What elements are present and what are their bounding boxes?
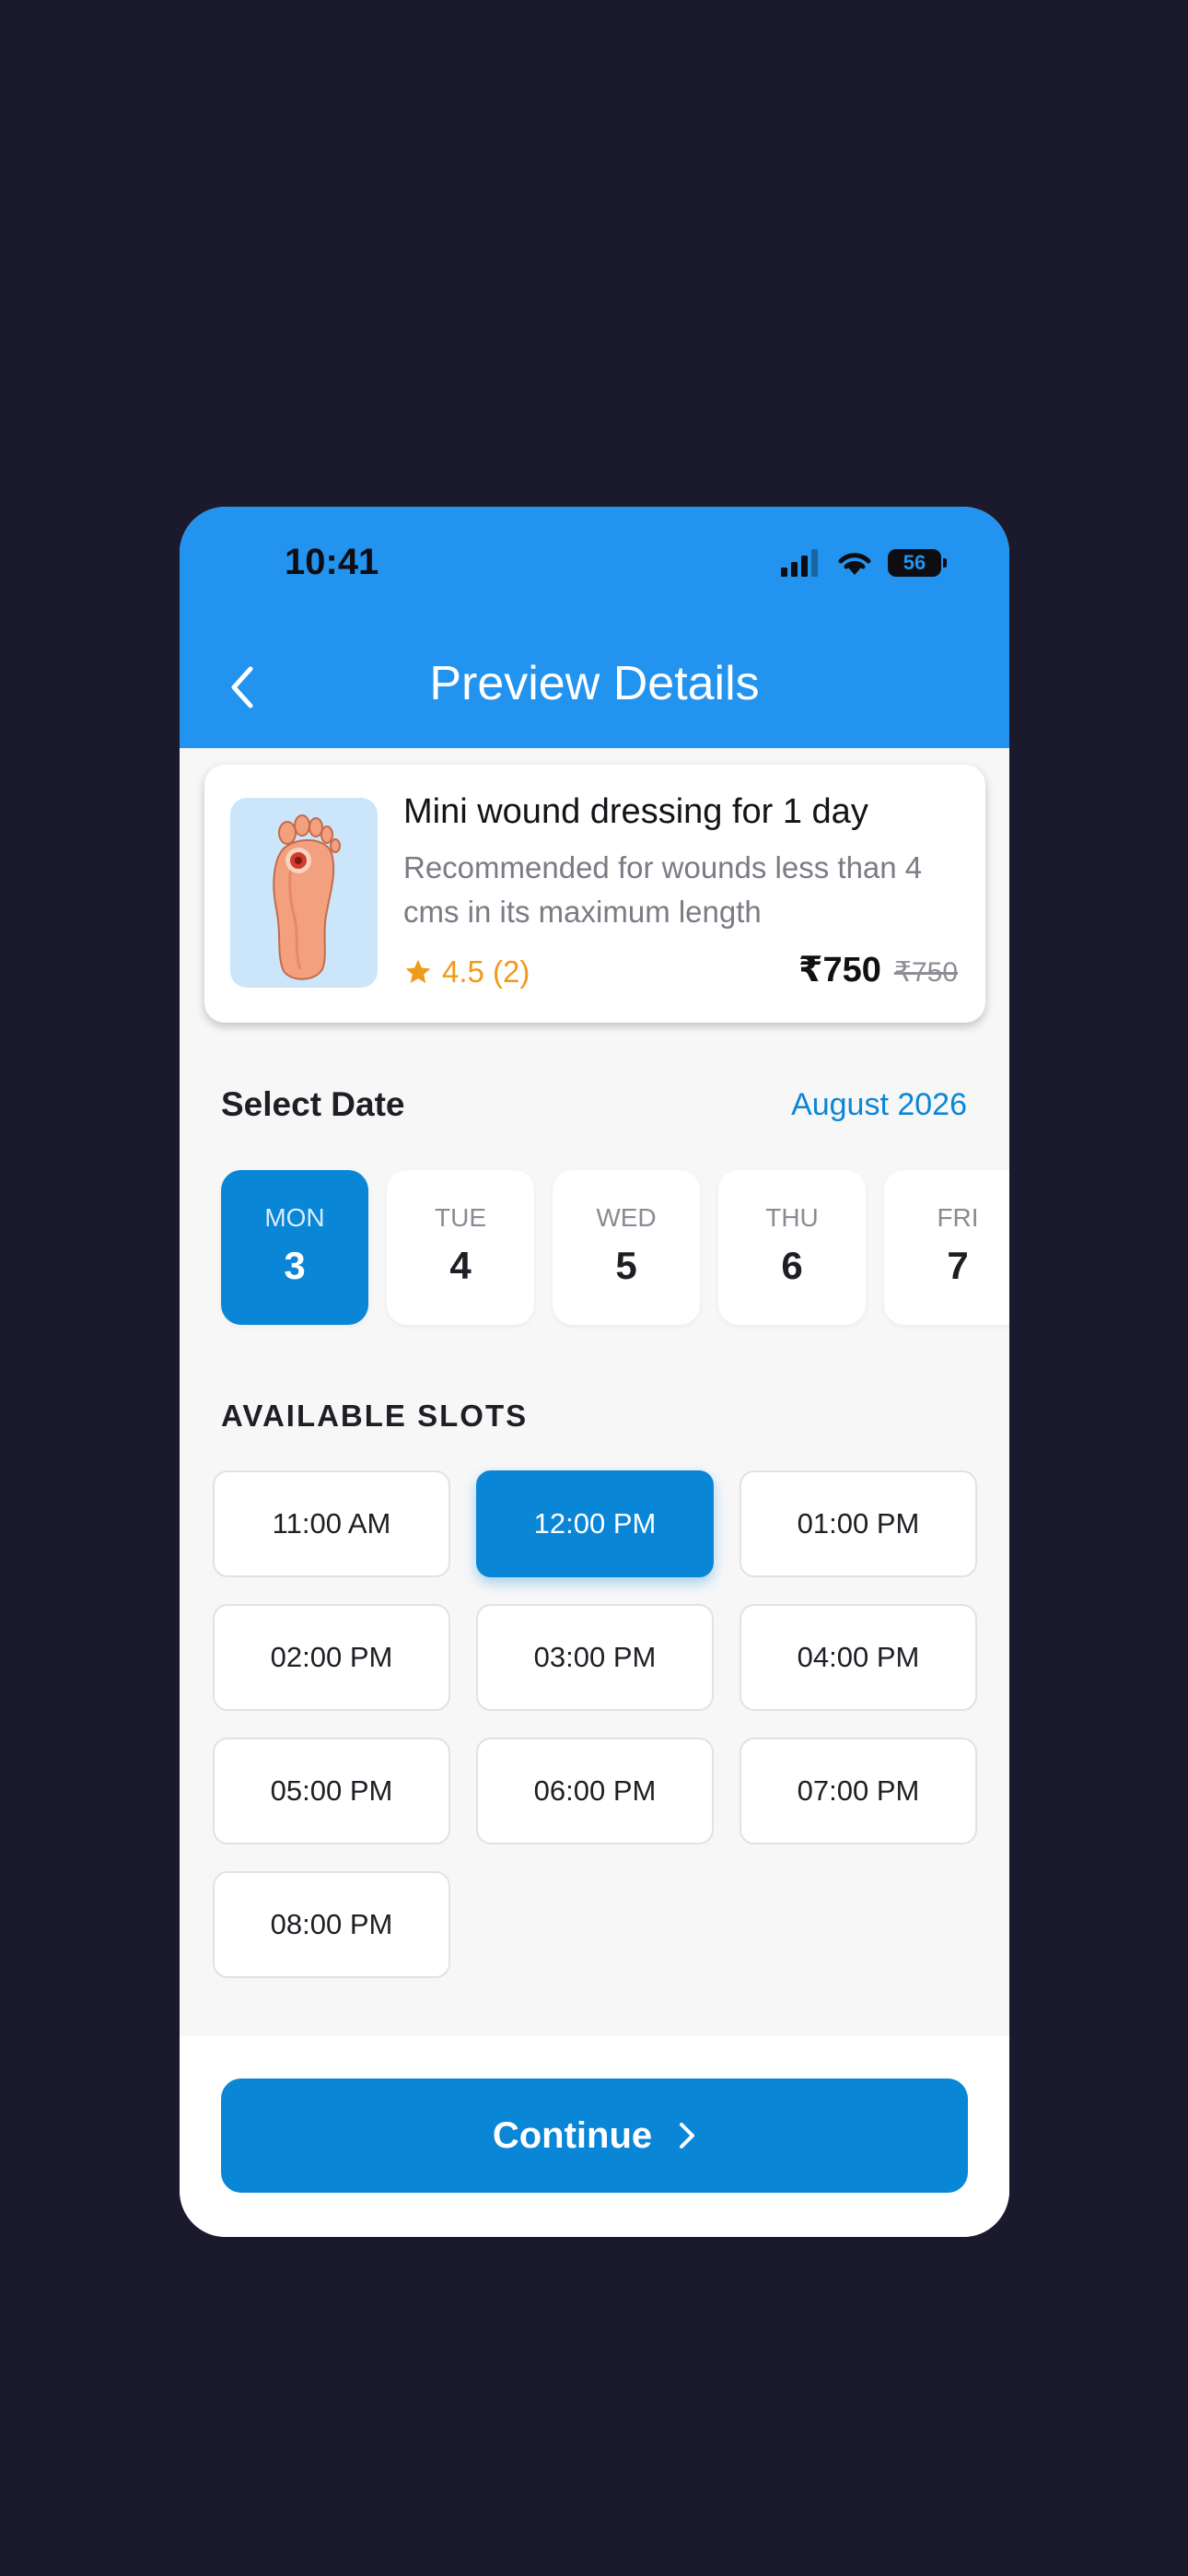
slot-button[interactable]: 01:00 PM	[740, 1470, 977, 1577]
status-time: 10:41	[285, 542, 379, 582]
foot-wound-illustration	[273, 814, 341, 980]
select-date-heading: Select Date	[221, 1085, 405, 1123]
product-rating: 4.5 (2)	[403, 954, 530, 989]
phone-screen: 10:41 56 Preview Details Mini wound dres…	[180, 507, 1009, 2237]
status-icons: 56	[781, 549, 947, 577]
product-card: Mini wound dressing for 1 day Recommende…	[204, 765, 985, 1023]
product-image	[230, 798, 378, 988]
day-name: FRI	[937, 1203, 979, 1232]
slot-button-selected[interactable]: 12:00 PM	[476, 1470, 714, 1577]
signal-icon	[781, 549, 818, 577]
slot-button[interactable]: 08:00 PM	[213, 1871, 450, 1978]
rating-value: 4.5 (2)	[442, 954, 530, 989]
slot-button[interactable]: 07:00 PM	[740, 1738, 977, 1844]
month-selector[interactable]: August 2026	[791, 1087, 967, 1123]
current-price: ₹750	[798, 951, 881, 989]
day-chip-wed[interactable]: WED 5	[553, 1170, 700, 1325]
day-number: 4	[449, 1244, 472, 1287]
day-name: THU	[765, 1203, 819, 1232]
day-chip-mon[interactable]: MON 3	[221, 1170, 368, 1325]
day-chip-tue[interactable]: TUE 4	[387, 1170, 534, 1325]
star-icon	[405, 959, 431, 983]
day-number: 7	[947, 1244, 969, 1287]
slot-grid: 11:00 AM 12:00 PM 01:00 PM 02:00 PM 03:0…	[213, 1470, 977, 1978]
page-title: Preview Details	[429, 657, 760, 710]
product-description: Recommended for wounds less than 4 cms i…	[403, 850, 923, 929]
day-name: TUE	[435, 1203, 486, 1232]
day-picker: MON 3 TUE 4 WED 5 THU 6 FRI 7	[221, 1170, 1009, 1325]
continue-button[interactable]: Continue	[221, 2078, 968, 2193]
slot-button[interactable]: 06:00 PM	[476, 1738, 714, 1844]
day-number: 3	[284, 1244, 306, 1287]
slot-button[interactable]: 02:00 PM	[213, 1604, 450, 1711]
day-number: 5	[615, 1244, 637, 1287]
slot-button[interactable]: 03:00 PM	[476, 1604, 714, 1711]
header-bar: 10:41 56 Preview Details	[180, 507, 1009, 748]
slot-button[interactable]: 11:00 AM	[213, 1470, 450, 1577]
wifi-icon	[838, 553, 871, 575]
available-slots-heading: AVAILABLE SLOTS	[221, 1399, 529, 1433]
price-group: ₹750 ₹750	[798, 949, 958, 990]
slot-button[interactable]: 05:00 PM	[213, 1738, 450, 1844]
battery-level: 56	[903, 551, 926, 574]
day-name: WED	[596, 1203, 657, 1232]
day-chip-thu[interactable]: THU 6	[718, 1170, 866, 1325]
original-price: ₹750	[893, 957, 958, 988]
day-number: 6	[781, 1244, 803, 1287]
chevron-right-icon	[680, 2123, 695, 2149]
day-name: MON	[264, 1203, 325, 1232]
day-chip-fri[interactable]: FRI 7	[884, 1170, 1009, 1325]
continue-label: Continue	[492, 2114, 653, 2156]
slot-button[interactable]: 04:00 PM	[740, 1604, 977, 1711]
battery-icon: 56	[888, 549, 947, 577]
footer-bar: Continue	[180, 2036, 1009, 2237]
product-name: Mini wound dressing for 1 day	[403, 792, 868, 831]
